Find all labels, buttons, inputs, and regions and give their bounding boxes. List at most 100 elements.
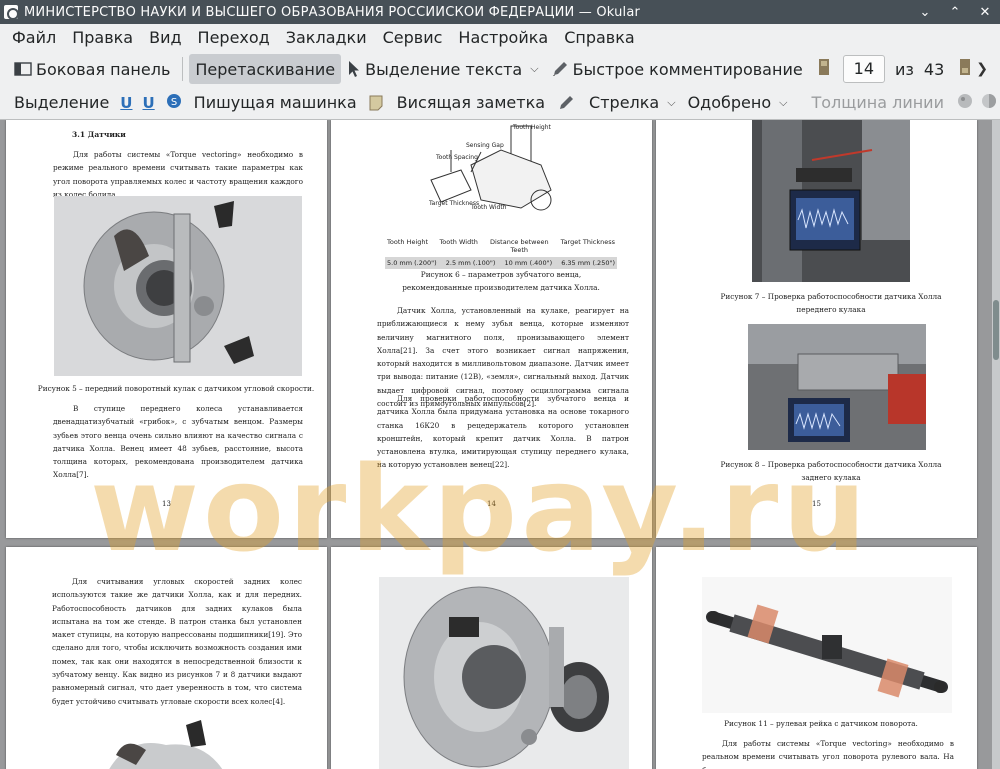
lathe-photo [752,120,910,282]
squiggle-underline-icon[interactable]: U [142,94,154,112]
diagram-label: Tooth Height [513,124,551,131]
table-cell: 6.35 mm (.250") [561,259,615,267]
figure-caption: Рисунок 8 – Проверка работоспособности д… [720,460,942,482]
arrow-label: Стрелка [589,93,660,112]
figure-caption: Рисунок 5 – передний поворотный кулак с … [37,384,315,393]
document-viewport[interactable]: 3.1 Датчики Для работы системы «Torque v… [0,120,1000,769]
sticky-note-button[interactable]: Висящая заметка [363,88,551,118]
page-paragraph: Для проверки работоспособности зубчатого… [377,394,629,470]
hub-assembly-figure [379,577,629,769]
previous-page-icon[interactable] [817,58,831,80]
quick-comment-button[interactable]: Быстрое комментирование [545,54,809,84]
color-icon[interactable] [956,92,974,114]
main-toolbar: Боковая панель Перетаскивание Выделение … [0,52,1000,86]
toolbar-overflow-icon[interactable]: ❯ [972,61,992,77]
section-heading: 3.1 Датчики [72,130,126,139]
chevron-down-icon[interactable]: ⌵ [667,96,675,110]
diagram-label: Tooth Spacing [436,154,478,161]
page-total: 43 [923,59,945,79]
arrow-button[interactable]: Стрелка ⌵ [551,88,682,118]
text-select-button[interactable]: Выделение текста ⌵ [341,54,544,84]
figure-caption: Рисунок 7 – Проверка работоспособности д… [720,292,942,314]
highlight-label: Выделение [14,93,110,112]
document-page: Для считывания угловых скоростей задних … [6,547,327,769]
sticky-note-label: Висящая заметка [396,93,546,112]
drag-mode-button[interactable]: Перетаскивание [189,54,342,84]
page-number-input[interactable]: 14 [842,55,885,83]
menu-view[interactable]: Вид [141,24,189,52]
highlight-button[interactable]: Выделение [8,88,115,118]
table-header: Tooth Height [387,238,429,246]
close-button[interactable]: ✕ [970,0,1000,24]
title-bar: МИНИСТЕРСТВО НАУКИ И ВЫСШЕГО ОБРАЗОВАНИЯ… [0,0,1000,24]
page-number: 13 [162,500,171,508]
page-paragraph: Для считывания угловых скоростей задних … [52,577,302,706]
note-icon [369,95,383,111]
document-page: Tooth Height Sensing Gap Tooth Spacing T… [331,120,652,538]
quick-comment-label: Быстрое комментирование [572,59,803,79]
document-page: Рисунок 11 – рулевая рейка с датчиком по… [656,547,977,769]
annotation-toolbar: Выделение U U S Пишущая машинка Висящая … [0,86,1000,120]
menu-bookmarks[interactable]: Закладки [278,24,375,52]
lathe-photo [748,324,926,450]
svg-text:S: S [170,97,176,108]
sidebar-button[interactable]: Боковая панель [8,54,176,84]
underline-icon[interactable]: U [120,94,132,112]
tooth-parameters-table: Tooth Height Tooth Width Distance betwee… [385,238,617,269]
line-width-label: Толщина линии [811,93,944,112]
table-header: Tooth Width [439,238,478,246]
diagram-label: Tooth Width [471,204,507,211]
page-paragraph: В ступице переднего колеса устанавливает… [53,404,303,480]
scrollbar-thumb[interactable] [993,300,999,360]
page-number: 14 [487,500,496,508]
vertical-scrollbar[interactable] [992,120,1000,769]
diagram-label: Sensing Gap [466,142,504,149]
next-page-icon[interactable] [958,58,972,80]
strikeout-icon[interactable]: S [166,93,182,113]
menu-settings[interactable]: Настройка [450,24,556,52]
figure-caption: Рисунок 11 – рулевая рейка с датчиком по… [724,719,918,728]
typewriter-label: Пишущая машинка [193,93,357,112]
toolbar-separator [182,57,184,81]
cursor-icon [347,60,361,78]
document-page: Рисунок 7 – Проверка работоспособности д… [656,120,977,538]
table-cell: 10 mm (.400") [504,259,553,267]
sidebar-icon [14,61,32,77]
typewriter-button[interactable]: Пишущая машинка [188,88,363,118]
figure-caption: Рисунок 6 – параметров зубчатого венца, … [402,270,600,292]
menu-edit[interactable]: Правка [64,24,141,52]
table-header: Distance between Teeth [489,238,549,254]
arrow-pen-icon [557,94,575,112]
line-width-button[interactable]: Толщина линии [805,88,950,118]
table-cell: 2.5 mm (.100") [445,259,496,267]
menu-bar: Файл Правка Вид Переход Закладки Сервис … [0,24,1000,52]
opacity-icon[interactable] [980,92,998,114]
page-of-label: из [895,59,914,79]
menu-go[interactable]: Переход [190,24,278,52]
table-header: Target Thickness [560,238,615,246]
okular-app-icon [4,5,19,20]
knuckle-figure [66,695,266,769]
minimize-button[interactable]: ⌄ [910,0,940,24]
window-title: МИНИСТЕРСТВО НАУКИ И ВЫСШЕГО ОБРАЗОВАНИЯ… [24,4,641,20]
knuckle-figure [54,196,302,376]
text-select-label: Выделение текста [365,59,523,79]
drag-mode-label: Перетаскивание [195,59,336,79]
steering-rack-figure [702,577,952,713]
menu-file[interactable]: Файл [4,24,64,52]
sidebar-label: Боковая панель [36,59,171,79]
pen-icon [551,60,569,78]
chevron-down-icon[interactable]: ⌵ [530,62,538,76]
page-number: 15 [812,500,821,508]
table-cell: 5.0 mm (.200") [387,259,437,267]
menu-help[interactable]: Справка [556,24,643,52]
page-paragraph: Для работы системы «Torque vectoring» не… [53,150,303,199]
menu-tools[interactable]: Сервис [375,24,451,52]
chevron-down-icon[interactable]: ⌵ [779,96,787,110]
document-page: 3.1 Датчики Для работы системы «Torque v… [6,120,327,538]
document-page [331,547,652,769]
stamp-label: Одобрено [687,93,772,112]
page-paragraph: Для работы системы «Torque vectoring» не… [702,739,954,769]
stamp-button[interactable]: Одобрено ⌵ [682,88,794,118]
maximize-button[interactable]: ⌃ [940,0,970,24]
